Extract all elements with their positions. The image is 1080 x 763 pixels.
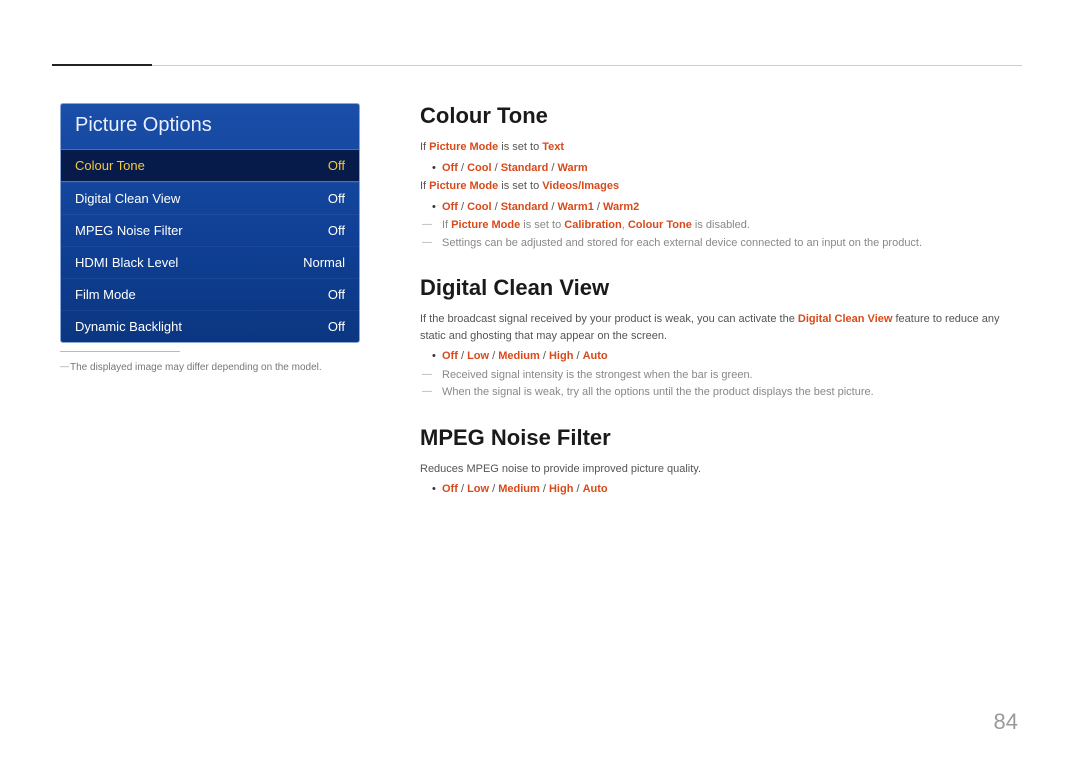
image-disclaimer: The displayed image may differ depending… xyxy=(60,362,360,373)
menu-item-mpeg-noise-filter[interactable]: MPEG Noise Filter Off xyxy=(61,214,359,246)
dcv-opts: Off / Low / Medium / High / Auto xyxy=(420,348,1020,366)
menu-item-value: Off xyxy=(328,158,345,173)
picture-options-menu: Picture Options Colour Tone Off Digital … xyxy=(60,103,360,343)
menu-item-label: MPEG Noise Filter xyxy=(75,223,183,238)
menu-item-label: Colour Tone xyxy=(75,158,145,173)
menu-item-value: Off xyxy=(328,223,345,238)
dcv-note2: When the signal is weak, try all the opt… xyxy=(420,384,1020,401)
ct-line1: If Picture Mode is set to Text xyxy=(420,139,1020,156)
mpeg-body: Reduces MPEG noise to provide improved p… xyxy=(420,461,1020,478)
menu-item-value: Off xyxy=(328,287,345,302)
dcv-body: If the broadcast signal received by your… xyxy=(420,311,1020,344)
content-column: Colour Tone If Picture Mode is set to Te… xyxy=(420,103,1020,500)
menu-item-colour-tone[interactable]: Colour Tone Off xyxy=(61,149,359,182)
menu-item-digital-clean-view[interactable]: Digital Clean View Off xyxy=(61,182,359,214)
menu-item-hdmi-black-level[interactable]: HDMI Black Level Normal xyxy=(61,246,359,278)
ct-opts1: Off / Cool / Standard / Warm xyxy=(420,160,1020,178)
left-sidebar: Picture Options Colour Tone Off Digital … xyxy=(60,103,360,500)
menu-title: Picture Options xyxy=(61,104,359,149)
heading-mpeg: MPEG Noise Filter xyxy=(420,425,1020,451)
menu-item-dynamic-backlight[interactable]: Dynamic Backlight Off xyxy=(61,310,359,342)
ct-opts2: Off / Cool / Standard / Warm1 / Warm2 xyxy=(420,199,1020,217)
mpeg-opts: Off / Low / Medium / High / Auto xyxy=(420,481,1020,499)
menu-item-label: Dynamic Backlight xyxy=(75,319,182,334)
menu-item-label: Film Mode xyxy=(75,287,136,302)
menu-item-value: Off xyxy=(328,191,345,206)
heading-dcv: Digital Clean View xyxy=(420,275,1020,301)
menu-item-label: HDMI Black Level xyxy=(75,255,178,270)
menu-item-value: Normal xyxy=(303,255,345,270)
menu-item-label: Digital Clean View xyxy=(75,191,180,206)
menu-item-value: Off xyxy=(328,319,345,334)
heading-colour-tone: Colour Tone xyxy=(420,103,1020,129)
ct-note2: Settings can be adjusted and stored for … xyxy=(420,235,1020,252)
ct-note1: If Picture Mode is set to Calibration, C… xyxy=(420,217,1020,234)
dcv-note1: Received signal intensity is the stronge… xyxy=(420,367,1020,384)
ct-line2: If Picture Mode is set to Videos/Images xyxy=(420,178,1020,195)
page-number: 84 xyxy=(994,709,1018,735)
menu-item-film-mode[interactable]: Film Mode Off xyxy=(61,278,359,310)
